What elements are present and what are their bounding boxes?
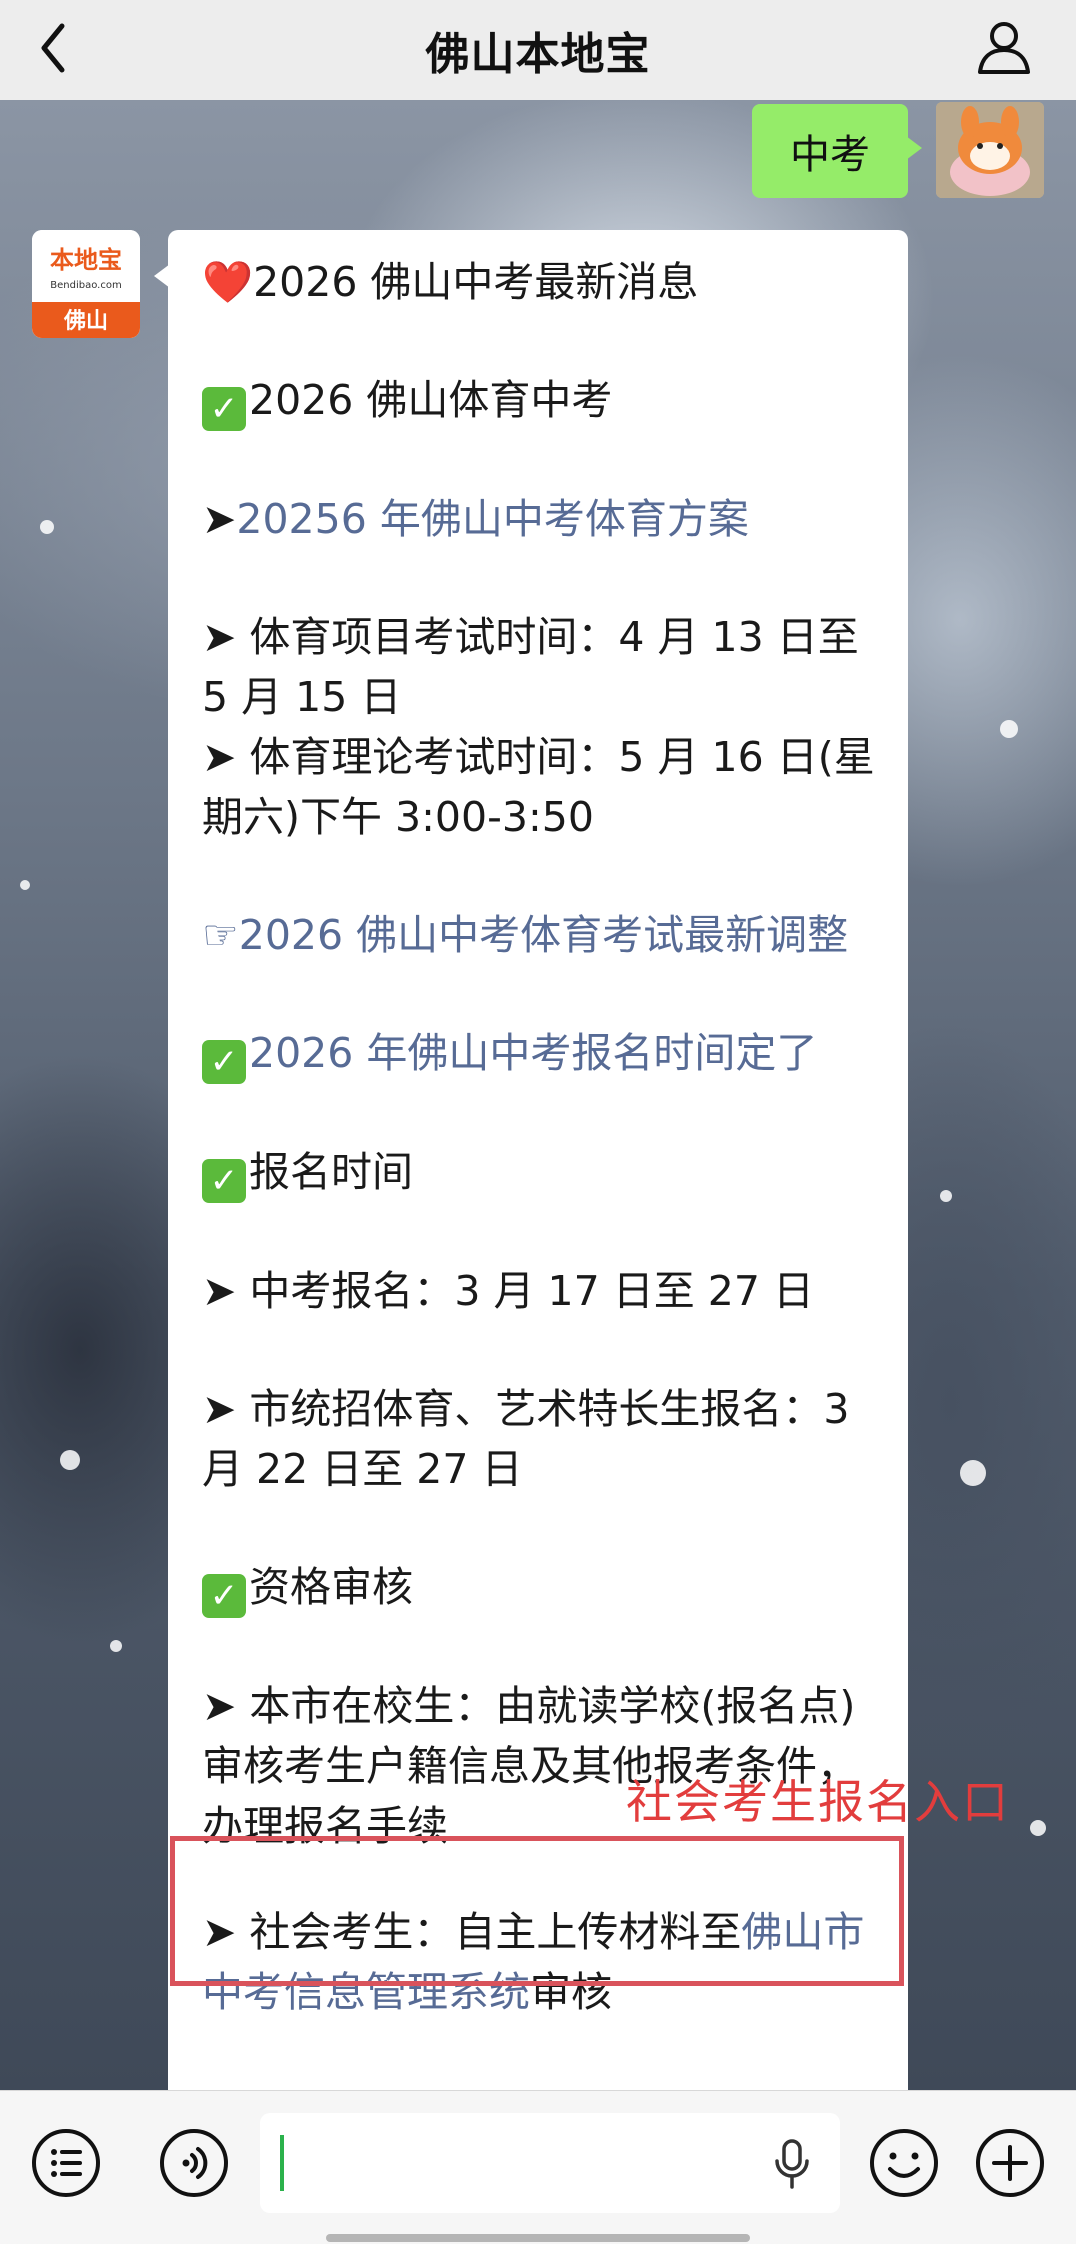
snow-decoration — [60, 1450, 80, 1470]
brand-text: 本地宝 — [50, 246, 122, 274]
menu-list-icon[interactable] — [30, 2127, 102, 2199]
check-icon: ✓ — [202, 1159, 246, 1203]
user-message-bubble[interactable]: 中考 — [752, 104, 922, 198]
snow-decoration — [1000, 720, 1018, 738]
home-indicator[interactable] — [326, 2234, 750, 2242]
special-registration: ➤ 市统招体育、艺术特长生报名：3 月 22 日至 27 日 — [202, 1385, 850, 1493]
snow-decoration — [40, 520, 54, 534]
voice-icon[interactable] — [158, 2127, 230, 2199]
sports-plan-link[interactable]: ➤20256 年佛山中考体育方案 — [202, 489, 878, 549]
brand-domain: Bendibao.com — [50, 280, 121, 291]
pointer-icon: ☞ — [202, 911, 239, 959]
sports-theory-time: ➤ 体育理论考试时间：5 月 16 日(星期六)下午 3:00-3:50 — [202, 733, 875, 841]
check-icon: ✓ — [202, 387, 246, 431]
snow-decoration — [960, 1460, 986, 1486]
sports-exam-time: ➤ 体育项目考试时间：4 月 13 日至5 月 15 日 — [202, 613, 859, 721]
check-icon: ✓ — [202, 1040, 246, 1084]
registration-time-heading: ✓ 报名时间 — [202, 1142, 878, 1203]
annotation-label: 社会考生报名入口 — [626, 1775, 1010, 1829]
snow-decoration — [940, 1190, 952, 1202]
user-avatar[interactable] — [936, 102, 1044, 198]
bot-avatar[interactable]: 本地宝 Bendibao.com 佛山 — [32, 230, 140, 338]
microphone-icon[interactable] — [772, 2137, 812, 2191]
arrow-icon: ➤ — [202, 733, 237, 781]
page-title: 佛山本地宝 — [425, 29, 651, 80]
snow-decoration — [1030, 1820, 1046, 1836]
check-icon: ✓ — [202, 1574, 246, 1618]
arrow-icon: ➤ — [202, 613, 237, 661]
emoji-icon[interactable] — [868, 2127, 940, 2199]
review-heading: ✓ 资格审核 — [202, 1557, 878, 1618]
brand-city: 佛山 — [63, 309, 108, 334]
sports-heading: ✓ 2026 佛山体育中考 — [202, 370, 878, 431]
arrow-icon: ➤ — [202, 1267, 237, 1315]
news-heading: ❤️2026 佛山中考最新消息 — [202, 258, 699, 306]
sports-adjust-link[interactable]: ☞2026 佛山中考体育考试最新调整 — [202, 905, 878, 965]
snow-decoration — [110, 1640, 122, 1652]
top-navigation-bar: 佛山本地宝 — [0, 0, 1076, 100]
heart-icon: ❤️ — [202, 258, 254, 306]
text-cursor — [280, 2135, 284, 2191]
user-icon[interactable] — [972, 14, 1036, 78]
annotation-highlight-box — [170, 1836, 904, 1986]
plus-icon[interactable] — [974, 2127, 1046, 2199]
snow-decoration — [20, 880, 30, 890]
arrow-icon: ➤ — [202, 1682, 237, 1730]
arrow-icon: ➤ — [202, 1385, 237, 1433]
message-input[interactable] — [260, 2113, 840, 2213]
bottom-input-bar — [0, 2090, 1076, 2244]
arrow-icon: ➤ — [202, 495, 237, 543]
registration-link[interactable]: ✓ 2026 年佛山中考报名时间定了 — [202, 1023, 878, 1084]
zhongkao-registration: ➤ 中考报名：3 月 17 日至 27 日 — [202, 1267, 814, 1315]
